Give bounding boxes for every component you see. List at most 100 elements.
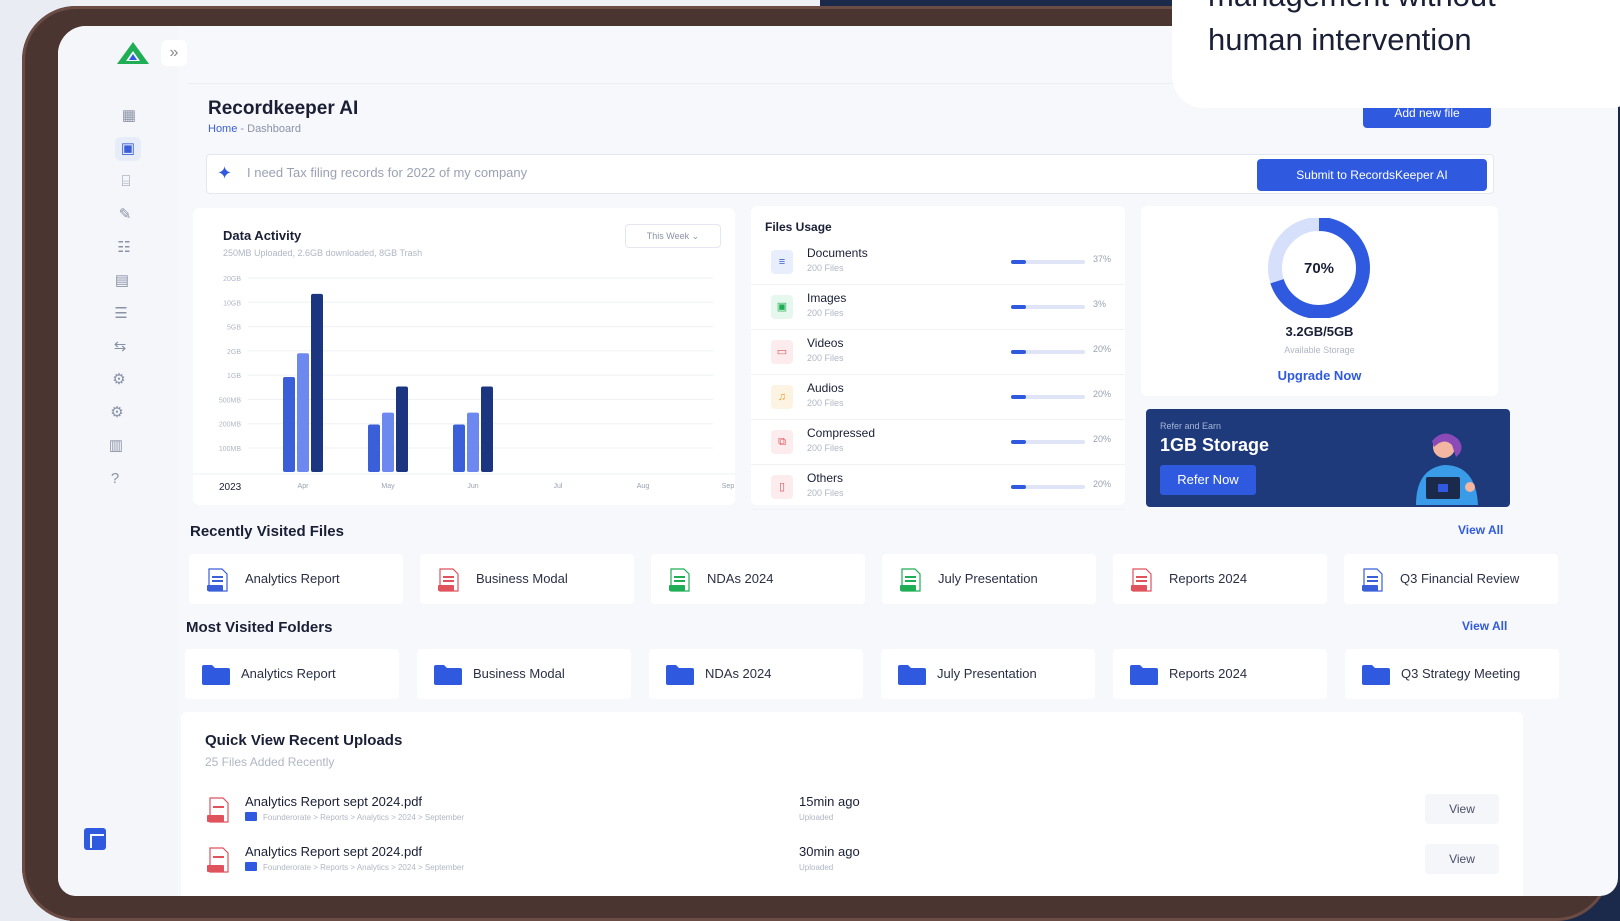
- pdf-file-icon: [438, 568, 459, 592]
- view-upload-button[interactable]: View: [1425, 794, 1499, 824]
- recent-file-tile[interactable]: July Presentation: [882, 554, 1096, 604]
- data-folder-icon[interactable]: ⌸: [113, 170, 139, 194]
- records-icon[interactable]: ▣: [115, 137, 141, 161]
- submit-to-recordskeeper-button[interactable]: Submit to RecordsKeeper AI: [1257, 159, 1487, 191]
- year-label: 2023: [219, 482, 242, 493]
- folder-tile[interactable]: July Presentation: [881, 649, 1095, 699]
- period-dropdown[interactable]: This Week ⌄: [625, 224, 721, 248]
- docx-file-icon: [1362, 568, 1383, 592]
- upload-row[interactable]: Analytics Report sept 2024.pdf Founderora…: [181, 788, 1523, 838]
- folder-icon: [1130, 665, 1158, 685]
- file-usage-row[interactable]: ♫ Audios 200 Files 20%: [751, 375, 1125, 420]
- file-usage-percent: 20%: [1093, 434, 1112, 444]
- file-usage-name: Others: [807, 471, 844, 485]
- recent-file-tile[interactable]: Q3 Financial Review: [1344, 554, 1558, 604]
- folder-tile[interactable]: Analytics Report: [185, 649, 399, 699]
- file-usage-row[interactable]: ≡ Documents 200 Files 37%: [751, 240, 1125, 285]
- view-upload-button[interactable]: View: [1425, 844, 1499, 874]
- audio-icon: ♫: [771, 385, 793, 409]
- file-usage-row[interactable]: ▣ Images 200 Files 3%: [751, 285, 1125, 330]
- storage-amount: 3.2GB/5GB: [1285, 324, 1354, 339]
- y-tick-label: 20GB: [223, 276, 241, 283]
- y-tick-label: 200MB: [219, 422, 242, 429]
- file-usage-bar: [1011, 395, 1085, 399]
- file-usage-name: Documents: [807, 246, 868, 260]
- breadcrumb-home-link[interactable]: Home: [208, 123, 237, 135]
- users-group-icon[interactable]: ☷: [111, 236, 137, 260]
- dashboard-icon[interactable]: ▦: [116, 104, 142, 128]
- folder-icon: [245, 862, 257, 871]
- user-list-icon[interactable]: ☰: [108, 302, 134, 326]
- breadcrumb-current: Dashboard: [247, 123, 301, 135]
- recent-file-tile[interactable]: Reports 2024: [1113, 554, 1327, 604]
- pdf-file-icon: [207, 797, 229, 823]
- file-usage-bar-fill: [1011, 350, 1026, 354]
- brand-mark-icon[interactable]: [82, 826, 108, 852]
- sidebar: » ▦ ▣ ⌸ ✎ ☷ ▤ ☰ ⇆ ⚙ ⚙ ▥?: [58, 26, 187, 896]
- recent-file-tile[interactable]: Business Modal: [420, 554, 634, 604]
- storage-percent-label: 70%: [1304, 260, 1334, 277]
- csv-file-icon: [900, 568, 921, 592]
- y-tick-label: 1GB: [227, 373, 241, 380]
- settings-icon[interactable]: ⚙: [104, 401, 130, 425]
- mp3-file-icon: [1131, 568, 1152, 592]
- recent-uploads-card: Quick View Recent Uploads 25 Files Added…: [181, 712, 1523, 896]
- recent-files-view-all-link[interactable]: View All: [1458, 523, 1503, 537]
- transfer-icon[interactable]: ⇆: [107, 335, 133, 359]
- chart-bar[interactable]: [396, 386, 408, 473]
- file-usage-bar-fill: [1011, 260, 1026, 264]
- folder-tile[interactable]: NDAs 2024: [649, 649, 863, 699]
- chart-bar[interactable]: [453, 424, 465, 473]
- folder-label: Q3 Strategy Meeting: [1401, 666, 1521, 681]
- recent-uploads-title: Quick View Recent Uploads: [205, 732, 403, 749]
- files-usage-card: Files Usage ≡ Documents 200 Files 37% ▣ Image…: [751, 206, 1125, 510]
- chart-bar[interactable]: [467, 412, 479, 472]
- chart-bar[interactable]: [481, 386, 493, 473]
- file-usage-count: 200 Files: [807, 353, 844, 363]
- briefcase-icon[interactable]: ▥: [103, 434, 129, 458]
- callout-line-2: human intervention: [1208, 22, 1472, 57]
- app-logo[interactable]: [116, 40, 150, 66]
- ai-search-input[interactable]: [247, 165, 1147, 180]
- chart-bar[interactable]: [368, 424, 380, 473]
- chart-bar[interactable]: [297, 353, 309, 472]
- pdf-file-icon: [207, 847, 229, 873]
- upload-row[interactable]: Analytics Report sept 2024.pdf Founderora…: [181, 838, 1523, 888]
- upload-status: Uploaded: [799, 863, 834, 872]
- folder-tile[interactable]: Q3 Strategy Meeting: [1345, 649, 1559, 699]
- recent-file-tile[interactable]: NDAs 2024: [651, 554, 865, 604]
- chevron-down-icon: ⌄: [691, 231, 700, 241]
- calendar-search-icon[interactable]: ▤: [109, 269, 135, 293]
- upload-file-path: Founderorate > Reports > Analytics > 202…: [263, 813, 465, 822]
- docx-file-icon: [207, 568, 228, 592]
- x-tick-label: Jun: [467, 483, 478, 490]
- recent-file-tile[interactable]: Analytics Report: [189, 554, 403, 604]
- folder-tile[interactable]: Reports 2024: [1113, 649, 1327, 699]
- folders-view-all-link[interactable]: View All: [1462, 619, 1507, 633]
- chart-bar[interactable]: [311, 293, 323, 472]
- refer-now-button[interactable]: Refer Now: [1160, 465, 1256, 495]
- document-edit-icon[interactable]: ✎: [112, 203, 138, 227]
- file-usage-bar: [1011, 440, 1085, 444]
- video-icon: ▭: [771, 340, 793, 364]
- x-tick-label: Jul: [554, 483, 563, 490]
- chip-icon[interactable]: ⚙: [106, 368, 132, 392]
- file-usage-bar: [1011, 305, 1085, 309]
- file-usage-row[interactable]: ▭ Videos 200 Files 20%: [751, 330, 1125, 375]
- folders-title: Most Visited Folders: [186, 619, 333, 636]
- help-icon[interactable]: ?: [102, 467, 128, 491]
- file-usage-row[interactable]: ⧉ Compressed 200 Files 20%: [751, 420, 1125, 465]
- chart-bar[interactable]: [382, 412, 394, 472]
- folder-tile[interactable]: Business Modal: [417, 649, 631, 699]
- chart-bar[interactable]: [283, 377, 295, 472]
- folder-icon: [245, 812, 257, 821]
- file-usage-bar: [1011, 260, 1085, 264]
- marketing-callout: management without human intervention: [1172, 0, 1620, 108]
- double-chevron-right-icon[interactable]: »: [161, 40, 187, 66]
- folder-label: Analytics Report: [241, 666, 336, 681]
- y-tick-label: 5GB: [227, 325, 241, 332]
- file-usage-row[interactable]: ▯ Others 200 Files 20%: [751, 465, 1125, 510]
- upload-status: Uploaded: [799, 813, 834, 822]
- recent-file-label: Business Modal: [476, 571, 568, 586]
- upgrade-now-link[interactable]: Upgrade Now: [1141, 368, 1498, 383]
